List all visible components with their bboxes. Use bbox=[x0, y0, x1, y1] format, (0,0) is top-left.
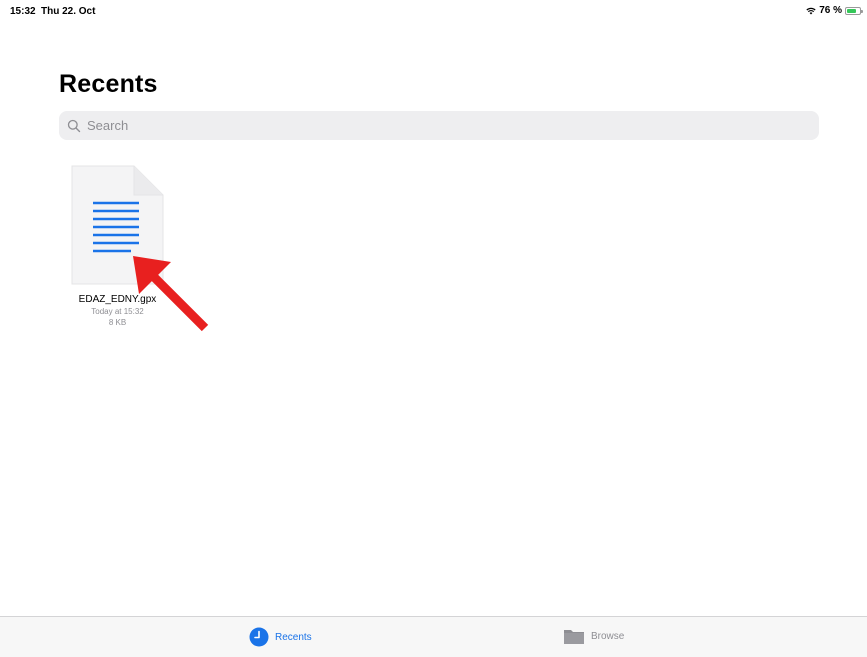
status-date: Thu 22. Oct bbox=[41, 6, 96, 17]
search-icon bbox=[67, 119, 81, 133]
files-app-screen: 15:32 Thu 22. Oct 76 % Recents Search ED… bbox=[0, 0, 867, 657]
battery-percent: 76 % bbox=[819, 5, 842, 16]
page-title: Recents bbox=[59, 70, 158, 98]
tab-browse[interactable]: Browse bbox=[563, 627, 624, 645]
search-bar[interactable] bbox=[59, 111, 819, 140]
folder-icon bbox=[563, 627, 585, 645]
search-input[interactable] bbox=[85, 117, 789, 134]
status-bar: 15:32 Thu 22. Oct 76 % bbox=[0, 0, 867, 22]
tab-recents[interactable]: Recents bbox=[249, 627, 312, 647]
tab-bar: Recents Browse bbox=[0, 616, 867, 657]
clock-icon bbox=[249, 627, 269, 647]
status-indicators: 76 % bbox=[806, 5, 863, 16]
tab-browse-label: Browse bbox=[591, 630, 625, 642]
battery-icon bbox=[845, 6, 863, 15]
wifi-icon bbox=[806, 7, 816, 15]
annotation-arrow-icon bbox=[125, 248, 215, 338]
battery-level bbox=[847, 8, 857, 13]
tab-recents-label: Recents bbox=[275, 631, 312, 643]
status-time: 15:32 bbox=[10, 6, 36, 17]
